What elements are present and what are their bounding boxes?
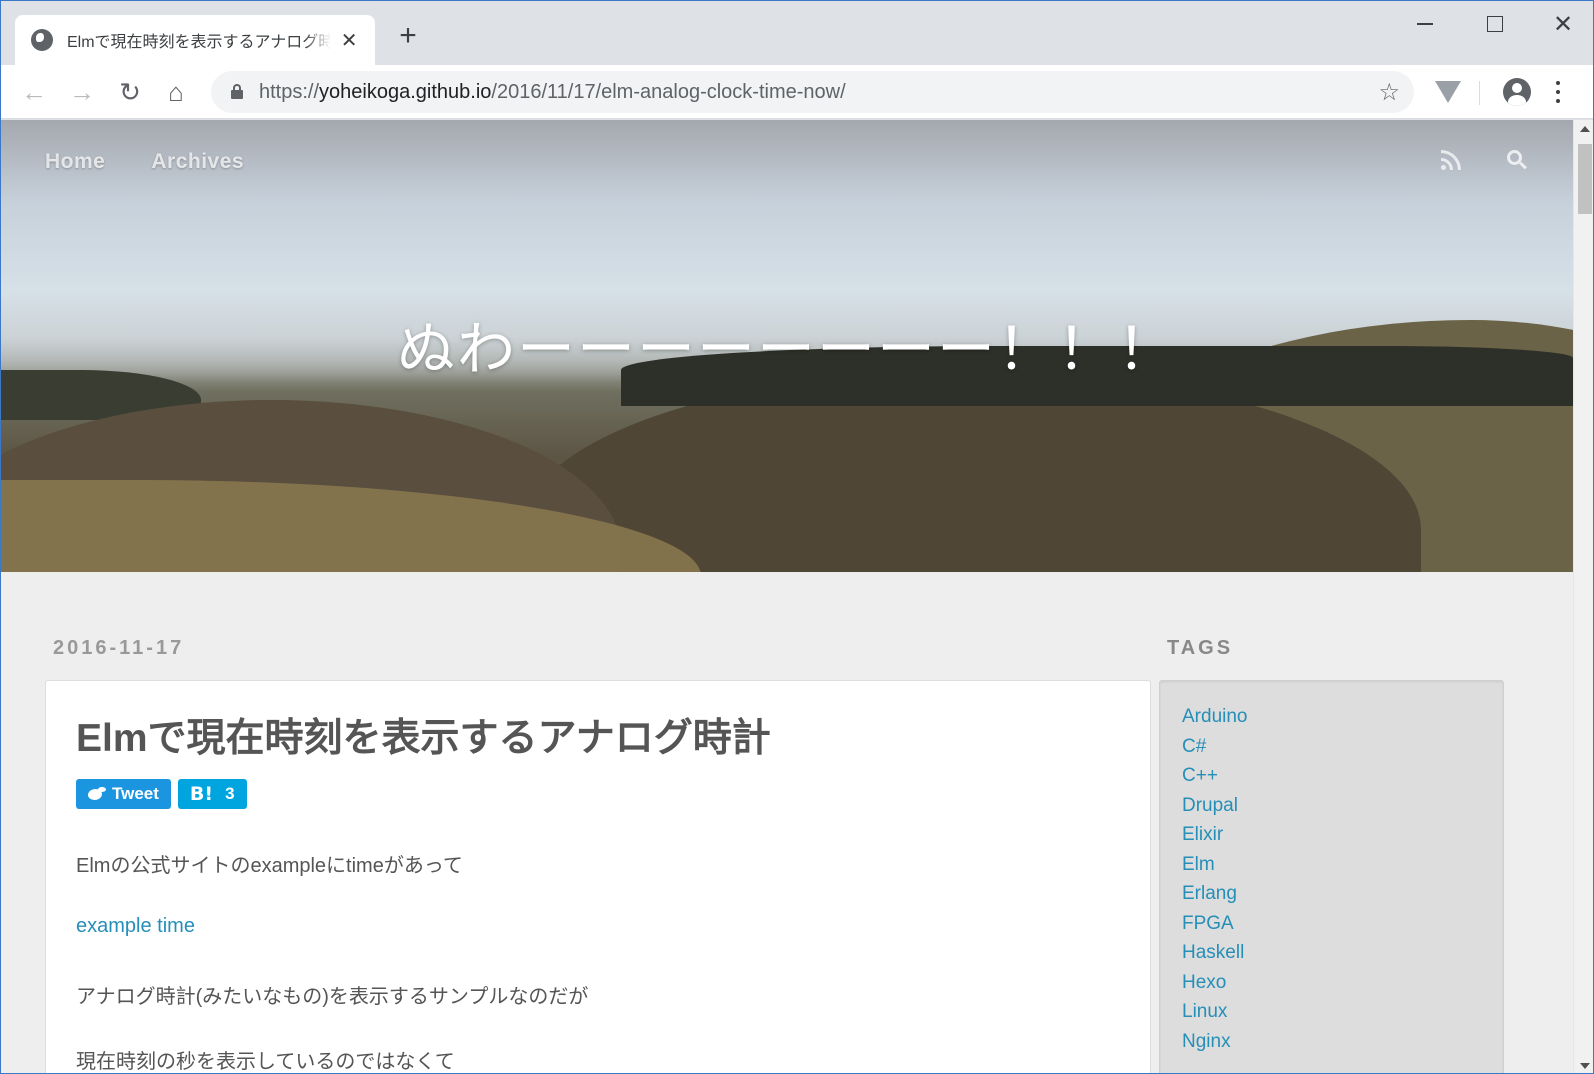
globe-icon (31, 29, 53, 51)
tab-active[interactable]: Elmで現在時刻を表示するアナログ時計 ✕ (15, 15, 375, 65)
post-paragraph: 現在時刻の秒を表示しているのではなくて (76, 1051, 455, 1073)
url-host: yoheikoga.github.io (319, 81, 492, 103)
tag-link[interactable]: Hexo (1182, 971, 1248, 1001)
rss-icon[interactable] (1441, 150, 1461, 170)
search-icon[interactable] (1507, 150, 1529, 172)
hatena-bookmark-icon: B! (189, 783, 214, 805)
menu-kebab-icon[interactable] (1555, 78, 1561, 106)
nav-home-link[interactable]: Home (45, 150, 105, 174)
page-viewport: Home Archives ぬわーーーーーーーー！！！ 2016-11-17 E… (1, 120, 1573, 1073)
address-bar[interactable]: https://yoheikoga.github.io/2016/11/17/e… (211, 71, 1414, 113)
tab-strip: Elmで現在時刻を表示するアナログ時計 ✕ + ✕ (1, 1, 1593, 65)
share-buttons: Tweet B! 3 (76, 779, 247, 809)
post-title[interactable]: Elmで現在時刻を表示するアナログ時計 (76, 707, 771, 763)
tag-list: Arduino C# C++ Drupal Elixir Elm Erlang … (1182, 705, 1248, 1059)
maximize-button[interactable] (1475, 9, 1515, 39)
forward-button[interactable]: → (67, 77, 97, 107)
window-close-button[interactable]: ✕ (1543, 9, 1583, 39)
tab-title: Elmで現在時刻を表示するアナログ時計 (67, 34, 332, 51)
hatena-bookmark-button[interactable]: B! 3 (177, 779, 247, 809)
scroll-up-arrow-icon[interactable] (1580, 126, 1590, 132)
post-article: Elmで現在時刻を表示するアナログ時計 Tweet B! 3 Elmの公式サイト… (45, 680, 1151, 1073)
browser-window: Elmで現在時刻を表示するアナログ時計 ✕ + ✕ ← → ↻ ⌂ https:… (0, 0, 1594, 1074)
tweet-button[interactable]: Tweet (76, 779, 171, 809)
url-scheme: https:// (259, 81, 320, 103)
tag-link[interactable]: C++ (1182, 764, 1248, 794)
tag-link[interactable]: Arduino (1182, 705, 1248, 735)
close-tab-icon[interactable]: ✕ (339, 28, 359, 53)
twitter-bird-icon (86, 786, 106, 802)
tag-link[interactable]: Haskell (1182, 941, 1248, 971)
scroll-down-arrow-icon[interactable] (1580, 1063, 1590, 1069)
extension-icon[interactable] (1435, 81, 1461, 103)
site-title[interactable]: ぬわーーーーーーーー！！！ (1, 302, 1573, 386)
toolbar-divider (1479, 81, 1480, 105)
tweet-label: Tweet (112, 784, 159, 803)
back-button[interactable]: ← (19, 77, 49, 107)
page-scrollbar[interactable] (1573, 120, 1593, 1073)
browser-toolbar: ← → ↻ ⌂ https://yoheikoga.github.io/2016… (1, 65, 1593, 119)
url-path: /2016/11/17/elm-analog-clock-time-now/ (491, 81, 846, 103)
scrollbar-thumb[interactable] (1578, 144, 1592, 214)
post-date[interactable]: 2016-11-17 (53, 637, 184, 660)
minimize-button[interactable] (1405, 9, 1445, 39)
tag-link[interactable]: Elm (1182, 853, 1248, 883)
post-paragraph: アナログ時計(みたいなもの)を表示するサンプルなのだが (76, 986, 589, 1008)
new-tab-button[interactable]: + (393, 21, 423, 51)
nav-archives-link[interactable]: Archives (151, 150, 244, 174)
header-banner: Home Archives ぬわーーーーーーーー！！！ (1, 120, 1573, 572)
tag-link[interactable]: Erlang (1182, 882, 1248, 912)
lock-icon[interactable] (231, 84, 243, 99)
tag-link[interactable]: Elixir (1182, 823, 1248, 853)
tag-link[interactable]: FPGA (1182, 912, 1248, 942)
reload-button[interactable]: ↻ (115, 77, 145, 107)
bookmark-star-icon[interactable]: ☆ (1378, 78, 1400, 107)
tag-link[interactable]: Drupal (1182, 794, 1248, 824)
hatena-count: 3 (225, 784, 235, 803)
home-button[interactable]: ⌂ (161, 77, 191, 107)
tags-widget: Arduino C# C++ Drupal Elixir Elm Erlang … (1159, 680, 1504, 1073)
blog-nav: Home Archives (45, 150, 244, 174)
tag-link[interactable]: Linux (1182, 1000, 1248, 1030)
tag-link[interactable]: Nginx (1182, 1030, 1248, 1060)
post-paragraph: Elmの公式サイトのexampleにtimeがあって (76, 855, 463, 877)
url-text[interactable]: https://yoheikoga.github.io/2016/11/17/e… (259, 81, 846, 104)
example-time-link[interactable]: example time (76, 915, 195, 938)
tags-heading: TAGS (1167, 637, 1234, 659)
profile-icon[interactable] (1503, 78, 1531, 106)
tag-link[interactable]: C# (1182, 735, 1248, 765)
